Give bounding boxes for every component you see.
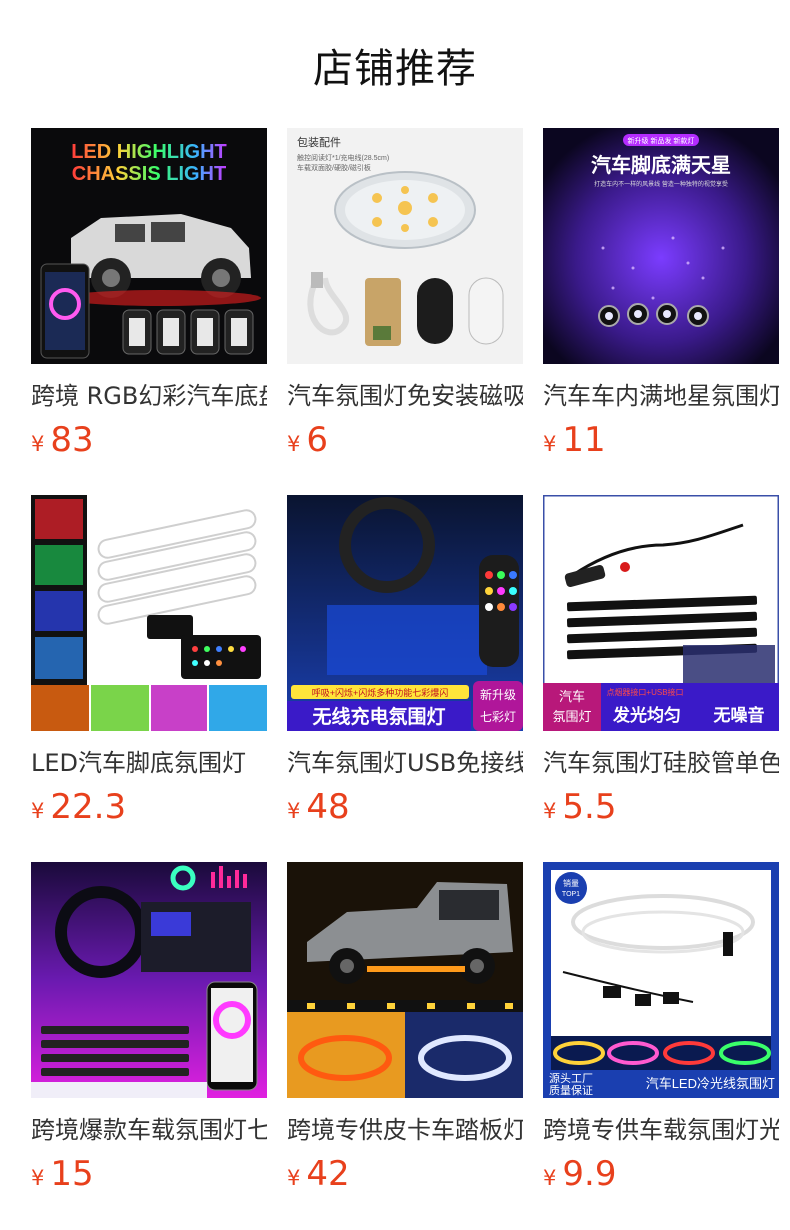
- product-price: ¥48: [287, 787, 523, 827]
- product-card[interactable]: 汽车 氛围灯 点烟器接口+USB接口 发光均匀 无噪音 汽车氛围灯硅胶管单色 ¥…: [543, 495, 779, 827]
- image-caption: 氛围灯: [552, 709, 591, 724]
- product-price: ¥42: [287, 1154, 523, 1194]
- image-caption: 车载双面胶/硬胶/磁引板: [297, 163, 371, 172]
- product-image[interactable]: [31, 862, 267, 1098]
- product-image[interactable]: 新升级 新品发 新款灯 汽车脚底满天星 打造车内不一样的风景线 营造一种独特的视…: [543, 128, 779, 364]
- image-caption: 触控阅读灯*1/充电线(28.5cm): [297, 153, 389, 162]
- product-price: ¥6: [287, 420, 523, 460]
- image-caption: 包装配件: [297, 136, 341, 149]
- image-caption: TOP1: [562, 891, 580, 898]
- currency-symbol: ¥: [31, 799, 45, 823]
- product-name[interactable]: 汽车车内满地星氛围灯: [543, 376, 779, 416]
- image-caption: 七彩灯: [480, 710, 516, 724]
- product-name[interactable]: 汽车氛围灯USB免接线: [287, 743, 523, 783]
- currency-symbol: ¥: [543, 799, 557, 823]
- product-name[interactable]: 汽车氛围灯硅胶管单色: [543, 743, 779, 783]
- currency-symbol: ¥: [31, 432, 45, 456]
- product-card[interactable]: 包装配件 触控阅读灯*1/充电线(28.5cm) 车载双面胶/硬胶/磁引板 汽车…: [287, 128, 523, 460]
- image-caption: CHASSIS LIGHT: [72, 163, 226, 185]
- product-image[interactable]: LED HIGHLIGHT CHASSIS LIGHT: [31, 128, 267, 364]
- product-name[interactable]: 跨境爆款车载氛围灯七彩: [31, 1110, 267, 1150]
- price-value: 11: [562, 420, 606, 460]
- currency-symbol: ¥: [287, 432, 301, 456]
- product-image[interactable]: 销量 TOP1 源头工厂 质量保证 汽车LED冷光线氛围灯: [543, 862, 779, 1098]
- image-caption: 新升级: [480, 687, 516, 702]
- price-value: 9.9: [562, 1154, 617, 1194]
- image-caption: 发光均匀: [612, 705, 681, 725]
- product-image[interactable]: [287, 862, 523, 1098]
- currency-symbol: ¥: [287, 799, 301, 823]
- image-caption: 质量保证: [549, 1083, 593, 1097]
- image-caption: 点烟器接口+USB接口: [606, 687, 683, 697]
- product-price: ¥22.3: [31, 787, 267, 827]
- currency-symbol: ¥: [543, 432, 557, 456]
- image-caption: 打造车内不一样的风景线 营造一种独特的视觉享受: [594, 180, 728, 188]
- product-name[interactable]: 跨境专供皮卡车踏板灯: [287, 1110, 523, 1150]
- price-value: 42: [306, 1154, 350, 1194]
- product-card[interactable]: 销量 TOP1 源头工厂 质量保证 汽车LED冷光线氛围灯 跨境专供车载氛围灯光…: [543, 862, 779, 1194]
- product-card[interactable]: 跨境爆款车载氛围灯七彩 ¥15: [31, 862, 267, 1194]
- page-title: 店铺推荐: [313, 46, 477, 92]
- price-value: 83: [50, 420, 94, 460]
- product-card[interactable]: LED汽车脚底氛围灯 ¥22.3: [31, 495, 267, 827]
- product-price: ¥9.9: [543, 1154, 779, 1194]
- price-value: 15: [50, 1154, 94, 1194]
- image-caption: 无噪音: [713, 705, 765, 725]
- price-value: 5.5: [562, 787, 617, 827]
- currency-symbol: ¥: [287, 1166, 301, 1190]
- product-price: ¥83: [31, 420, 267, 460]
- image-caption: 新升级 新品发 新款灯: [628, 136, 695, 145]
- image-caption: 汽车脚底满天星: [591, 153, 731, 177]
- product-card[interactable]: 跨境专供皮卡车踏板灯 ¥42: [287, 862, 523, 1194]
- product-price: ¥5.5: [543, 787, 779, 827]
- product-image[interactable]: 包装配件 触控阅读灯*1/充电线(28.5cm) 车载双面胶/硬胶/磁引板: [287, 128, 523, 364]
- product-image[interactable]: 呼吸+闪烁+闪烁多种功能七彩爆闪 无线充电氛围灯 新升级 七彩灯: [287, 495, 523, 731]
- product-name[interactable]: 跨境专供车载氛围灯光纤: [543, 1110, 779, 1150]
- currency-symbol: ¥: [31, 1166, 45, 1190]
- image-caption: 销量: [563, 878, 579, 888]
- price-value: 22.3: [50, 787, 127, 827]
- product-price: ¥11: [543, 420, 779, 460]
- image-caption: 源头工厂: [549, 1071, 593, 1085]
- price-value: 6: [306, 420, 329, 460]
- image-caption: 呼吸+闪烁+闪烁多种功能七彩爆闪: [312, 687, 449, 698]
- product-card[interactable]: 新升级 新品发 新款灯 汽车脚底满天星 打造车内不一样的风景线 营造一种独特的视…: [543, 128, 779, 460]
- product-name[interactable]: 跨境 RGB幻彩汽车底盘灯: [31, 376, 267, 416]
- image-caption: LED HIGHLIGHT: [71, 141, 227, 163]
- product-image[interactable]: 汽车 氛围灯 点烟器接口+USB接口 发光均匀 无噪音: [543, 495, 779, 731]
- product-card[interactable]: 呼吸+闪烁+闪烁多种功能七彩爆闪 无线充电氛围灯 新升级 七彩灯 汽车氛围灯US…: [287, 495, 523, 827]
- product-grid: LED HIGHLIGHT CHASSIS LIGHT 跨境 RGB幻彩汽车底 …: [31, 128, 790, 1228]
- image-caption: 汽车: [559, 689, 585, 704]
- currency-symbol: ¥: [543, 1166, 557, 1190]
- product-price: ¥15: [31, 1154, 267, 1194]
- product-name[interactable]: LED汽车脚底氛围灯: [31, 743, 267, 783]
- product-image[interactable]: [31, 495, 267, 731]
- price-value: 48: [306, 787, 350, 827]
- product-card[interactable]: LED HIGHLIGHT CHASSIS LIGHT 跨境 RGB幻彩汽车底 …: [31, 128, 267, 460]
- image-caption: 汽车LED冷光线氛围灯: [646, 1076, 775, 1091]
- image-caption: 无线充电氛围灯: [312, 705, 445, 728]
- product-name[interactable]: 汽车氛围灯免安装磁吸: [287, 376, 523, 416]
